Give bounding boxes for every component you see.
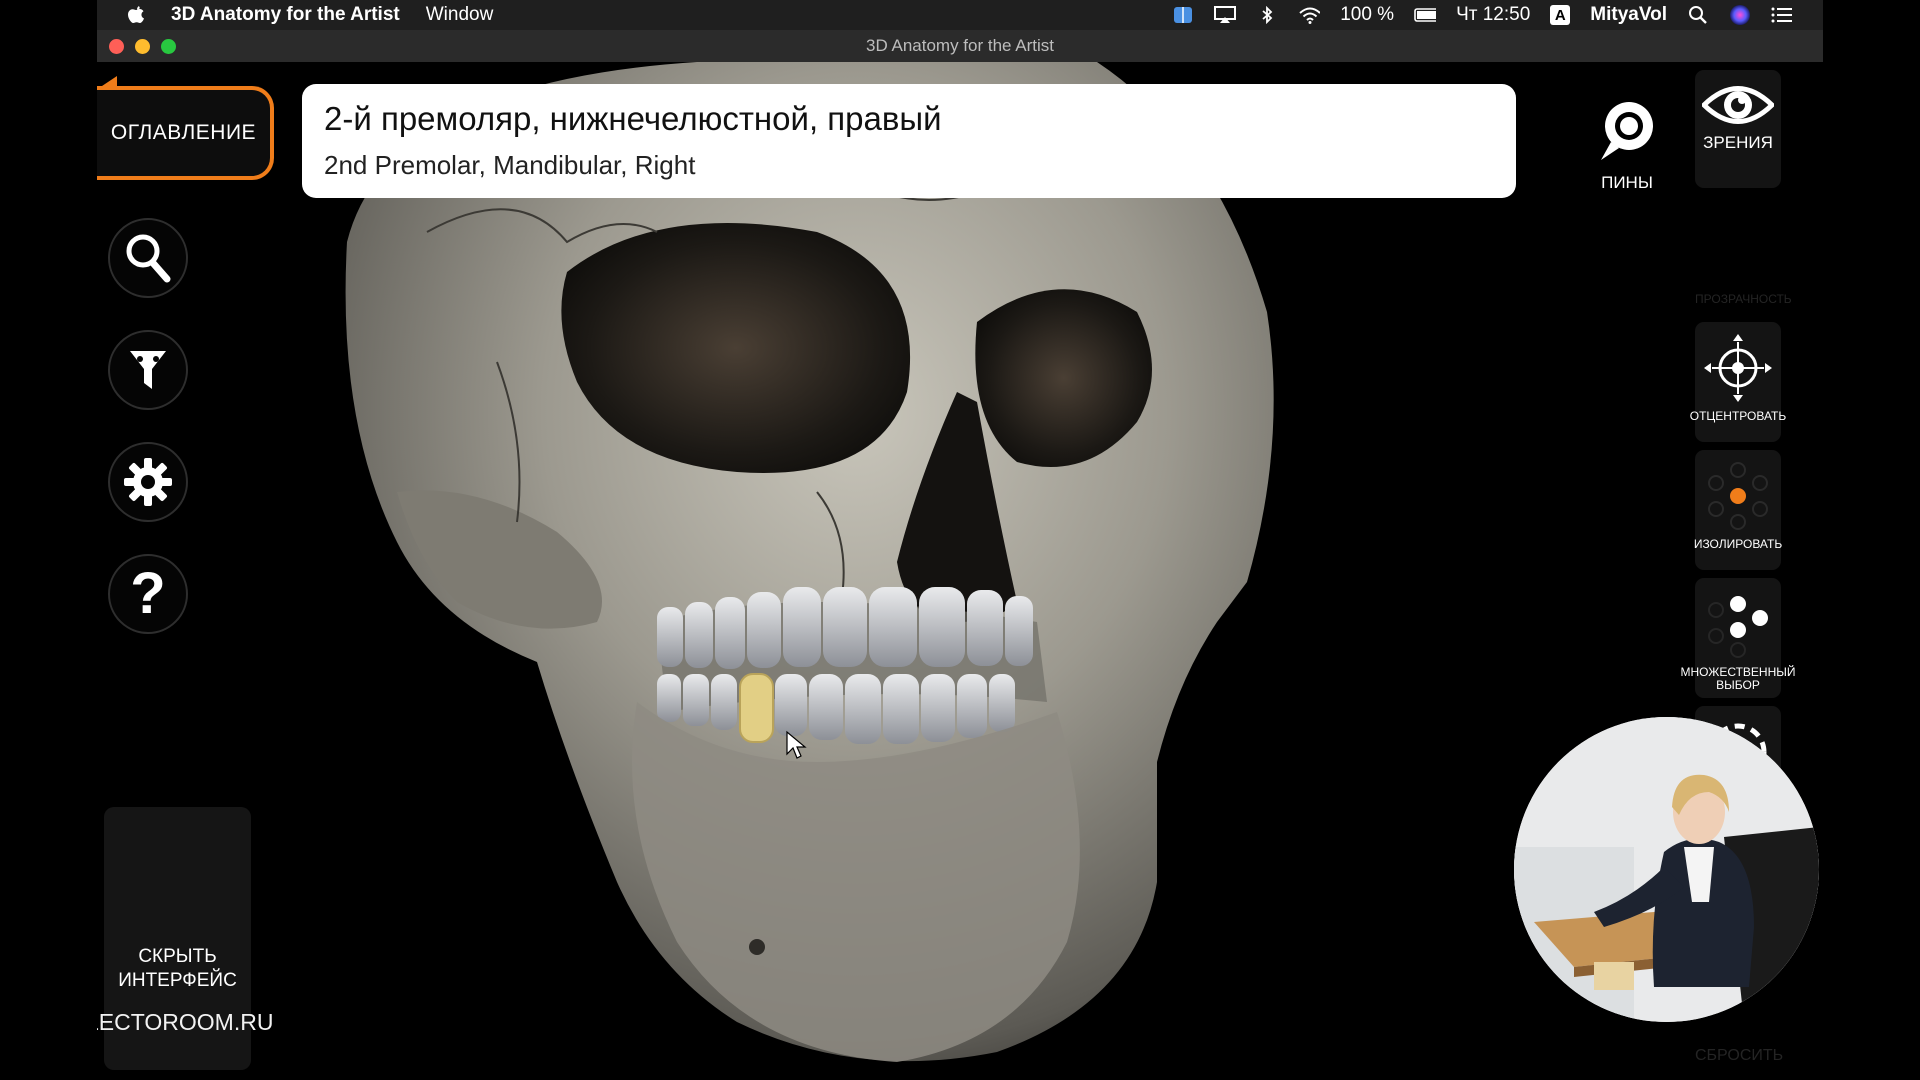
user-name[interactable]: MityaVol [1590,4,1667,26]
siri-icon[interactable] [1729,5,1751,25]
isolate-button[interactable]: ИЗОЛИРОВАТЬ [1693,450,1783,570]
pin-icon [1601,102,1653,160]
close-window-button[interactable] [109,39,124,54]
reset-label: СБРОСИТЬ [1695,1047,1784,1064]
crosshair-icon [1704,334,1772,402]
webcam-overlay [1514,717,1819,1022]
wifi-icon[interactable] [1298,6,1321,24]
search-button[interactable] [108,218,188,298]
app-stage: ОГЛАВЛЕНИЕ ? СКРЫТЬ ИНТЕРФЕЙС LECTOROOM.… [97,62,1823,1080]
watermark: LECTOROOM.RU [97,1009,274,1035]
menu-app-name[interactable]: 3D Anatomy for the Artist [171,4,400,26]
spotlight-search-icon[interactable] [1687,6,1709,24]
filter-button[interactable] [108,330,188,410]
multi-select-label: МНОЖЕСТВЕННЫЙ ВЫБОР [1680,665,1796,692]
table-of-contents-button[interactable]: ОГЛАВЛЕНИЕ [97,86,274,180]
notification-center-icon[interactable] [1771,6,1793,24]
bluetooth-icon[interactable] [1256,6,1278,24]
window-controls [109,39,176,54]
mental-foramen [749,939,765,955]
clock[interactable]: Чт 12:50 [1456,4,1530,26]
settings-button[interactable] [108,442,188,522]
center-button[interactable]: ОТЦЕНТРОВАТЬ [1690,322,1786,442]
window-title: 3D Anatomy for the Artist [865,36,1055,55]
transparency-label: ПРОЗРАЧНОСТЬ [1695,292,1792,306]
multi-select-button[interactable]: МНОЖЕСТВЕННЫЙ ВЫБОР [1681,578,1796,698]
airplay-icon[interactable] [1214,6,1237,24]
multi-select-icon [1708,596,1768,658]
structure-name-panel: 2-й премоляр, нижнечелюстной, правый 2nd… [302,84,1516,198]
structure-name-russian: 2-й премоляр, нижнечелюстной, правый [324,100,942,137]
help-button[interactable]: ? [108,554,188,634]
views-label: ЗРЕНИЯ [1703,133,1773,152]
question-mark-icon: ? [130,561,166,626]
pins-button[interactable]: ПИНЫ [1587,98,1667,193]
pins-label: ПИНЫ [1601,173,1653,192]
filter-icon [130,351,166,389]
isolate-icon [1708,462,1768,530]
input-language-badge[interactable]: A [1550,5,1571,25]
isolate-label: ИЗОЛИРОВАТЬ [1693,537,1783,551]
window-title-bar: 3D Anatomy for the Artist [97,30,1823,62]
views-button[interactable]: ЗРЕНИЯ [1695,70,1781,188]
battery-icon[interactable] [1414,6,1437,24]
finder-icon[interactable] [1172,6,1194,24]
status-tray: 100 % Чт 12:50 A MityaVol [1172,4,1823,26]
battery-percent: 100 % [1340,4,1395,25]
toc-label: ОГЛАВЛЕНИЕ [110,121,257,144]
selected-tooth-2nd-premolar[interactable] [739,673,774,743]
minimize-window-button[interactable] [135,39,150,54]
search-icon [126,234,171,283]
menu-bar: 3D Anatomy for the Artist Window 100 % Ч… [97,0,1823,30]
presenter-video-image [1514,717,1819,1022]
center-label: ОТЦЕНТРОВАТЬ [1689,409,1787,423]
menu-window[interactable]: Window [426,4,494,26]
zoom-window-button[interactable] [161,39,176,54]
apple-icon[interactable] [123,2,149,28]
structure-name-english: 2nd Premolar, Mandibular, Right [324,150,696,180]
eye-icon [1702,86,1774,124]
hide-interface-label: СКРЫТЬ ИНТЕРФЕЙС [118,945,237,991]
gear-icon [124,458,172,506]
